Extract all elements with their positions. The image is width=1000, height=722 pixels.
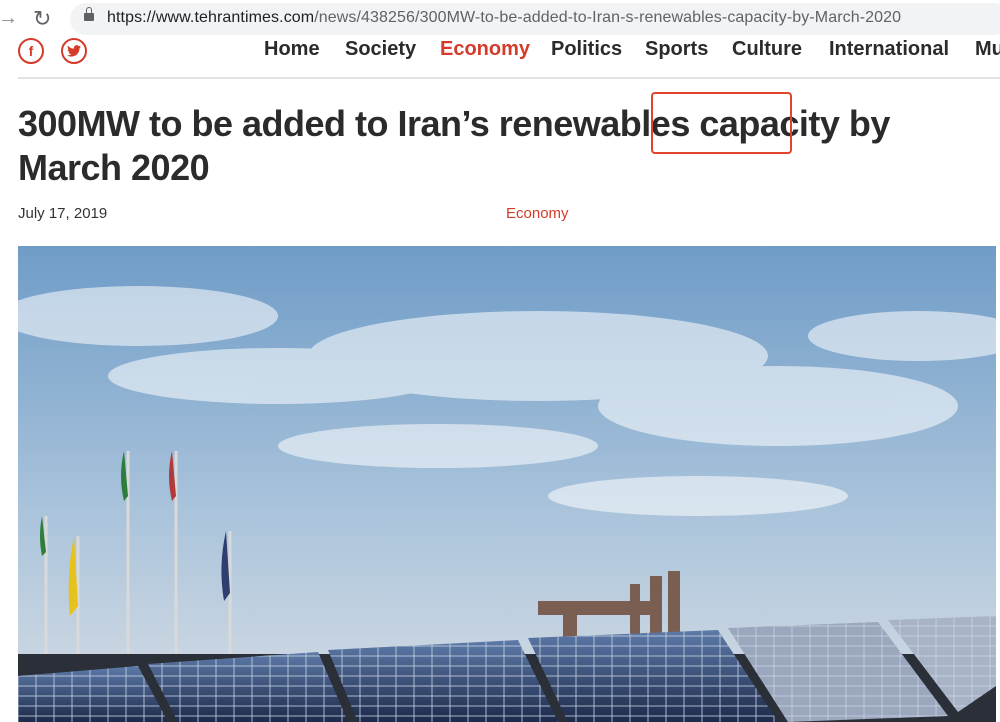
nav-international[interactable]: International	[829, 38, 949, 61]
highlight-annotation-box	[651, 92, 792, 154]
facebook-icon[interactable]: f	[18, 38, 44, 64]
nav-sports[interactable]: Sports	[645, 38, 708, 61]
article-image	[18, 246, 996, 722]
nav-politics[interactable]: Politics	[551, 38, 622, 61]
article-title: 300MW to be added to Iran’s renewables c…	[18, 103, 890, 188]
article-date: July 17, 2019	[18, 205, 108, 222]
url-text[interactable]: https://www.tehrantimes.com/news/438256/…	[107, 9, 901, 27]
site-nav: f Home Society Economy Politics Sports C…	[0, 38, 1000, 78]
nav-society[interactable]: Society	[345, 38, 416, 61]
twitter-icon[interactable]	[61, 38, 87, 64]
article-category-link[interactable]: Economy	[506, 205, 569, 222]
nav-culture[interactable]: Culture	[732, 38, 802, 61]
nav-divider	[18, 77, 1000, 79]
browser-toolbar: → ↻ https://www.tehrantimes.com/news/438…	[0, 0, 1000, 38]
nav-economy[interactable]: Economy	[440, 38, 530, 61]
forward-arrow-icon[interactable]: →	[0, 7, 18, 30]
nav-home[interactable]: Home	[264, 38, 320, 61]
lock-icon[interactable]	[84, 7, 94, 21]
reload-icon[interactable]: ↻	[33, 6, 51, 32]
nav-more-partial[interactable]: Mu	[975, 38, 1000, 61]
